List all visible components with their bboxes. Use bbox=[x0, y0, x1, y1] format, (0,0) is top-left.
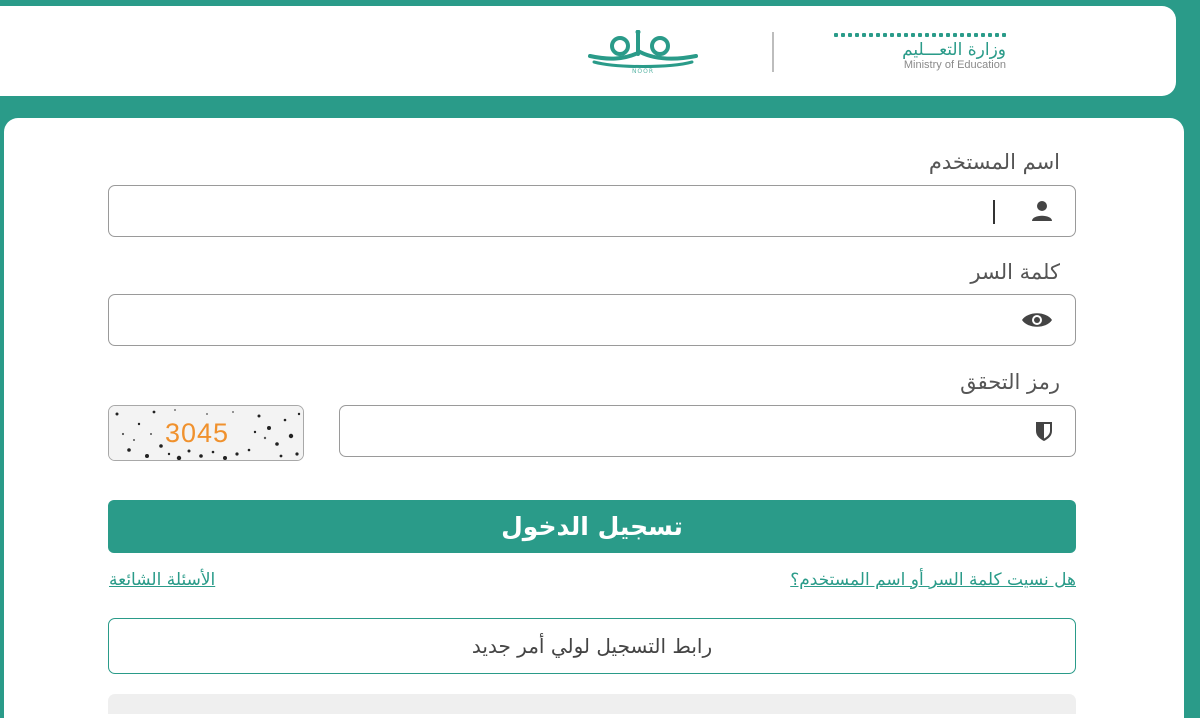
register-new-guardian-button[interactable]: رابط التسجيل لولي أمر جديد bbox=[108, 618, 1076, 674]
password-field[interactable] bbox=[108, 294, 1076, 346]
captcha-image: 3045 bbox=[108, 405, 304, 461]
header-logos: NOOR وزارة التعـــليم Ministry of Educat… bbox=[584, 20, 1006, 84]
login-button[interactable]: تسجيل الدخول bbox=[108, 500, 1076, 553]
forgot-credentials-link[interactable]: هل نسيت كلمة السر أو اسم المستخدم؟ bbox=[790, 570, 1076, 590]
captcha-code: 3045 bbox=[165, 418, 230, 448]
noor-logo: NOOR bbox=[584, 29, 702, 75]
login-card: اسم المستخدم كلمة السر رمز التحقق 3045 ت… bbox=[4, 118, 1184, 718]
password-label: كلمة السر bbox=[970, 260, 1060, 284]
eye-icon[interactable] bbox=[1021, 310, 1053, 330]
captcha-label: رمز التحقق bbox=[960, 370, 1060, 394]
header-divider bbox=[772, 32, 774, 72]
captcha-field[interactable] bbox=[339, 405, 1076, 457]
ministry-name-en: Ministry of Education bbox=[903, 58, 1006, 71]
ministry-logo-dots bbox=[834, 32, 1006, 37]
username-field[interactable] bbox=[108, 185, 1076, 237]
shield-icon bbox=[1035, 420, 1053, 442]
noor-logo-mark bbox=[588, 29, 698, 68]
faq-link[interactable]: الأسئلة الشائعة bbox=[109, 570, 215, 590]
ministry-name-ar: وزارة التعـــليم bbox=[902, 39, 1006, 60]
ministry-logo: وزارة التعـــليم Ministry of Education bbox=[834, 32, 1006, 72]
noor-logo-caption: NOOR bbox=[631, 67, 655, 75]
text-caret bbox=[993, 200, 995, 224]
next-button-partial[interactable] bbox=[108, 694, 1076, 714]
user-icon bbox=[1031, 200, 1053, 222]
username-label: اسم المستخدم bbox=[928, 150, 1060, 174]
header-bar: NOOR وزارة التعـــليم Ministry of Educat… bbox=[0, 6, 1176, 96]
